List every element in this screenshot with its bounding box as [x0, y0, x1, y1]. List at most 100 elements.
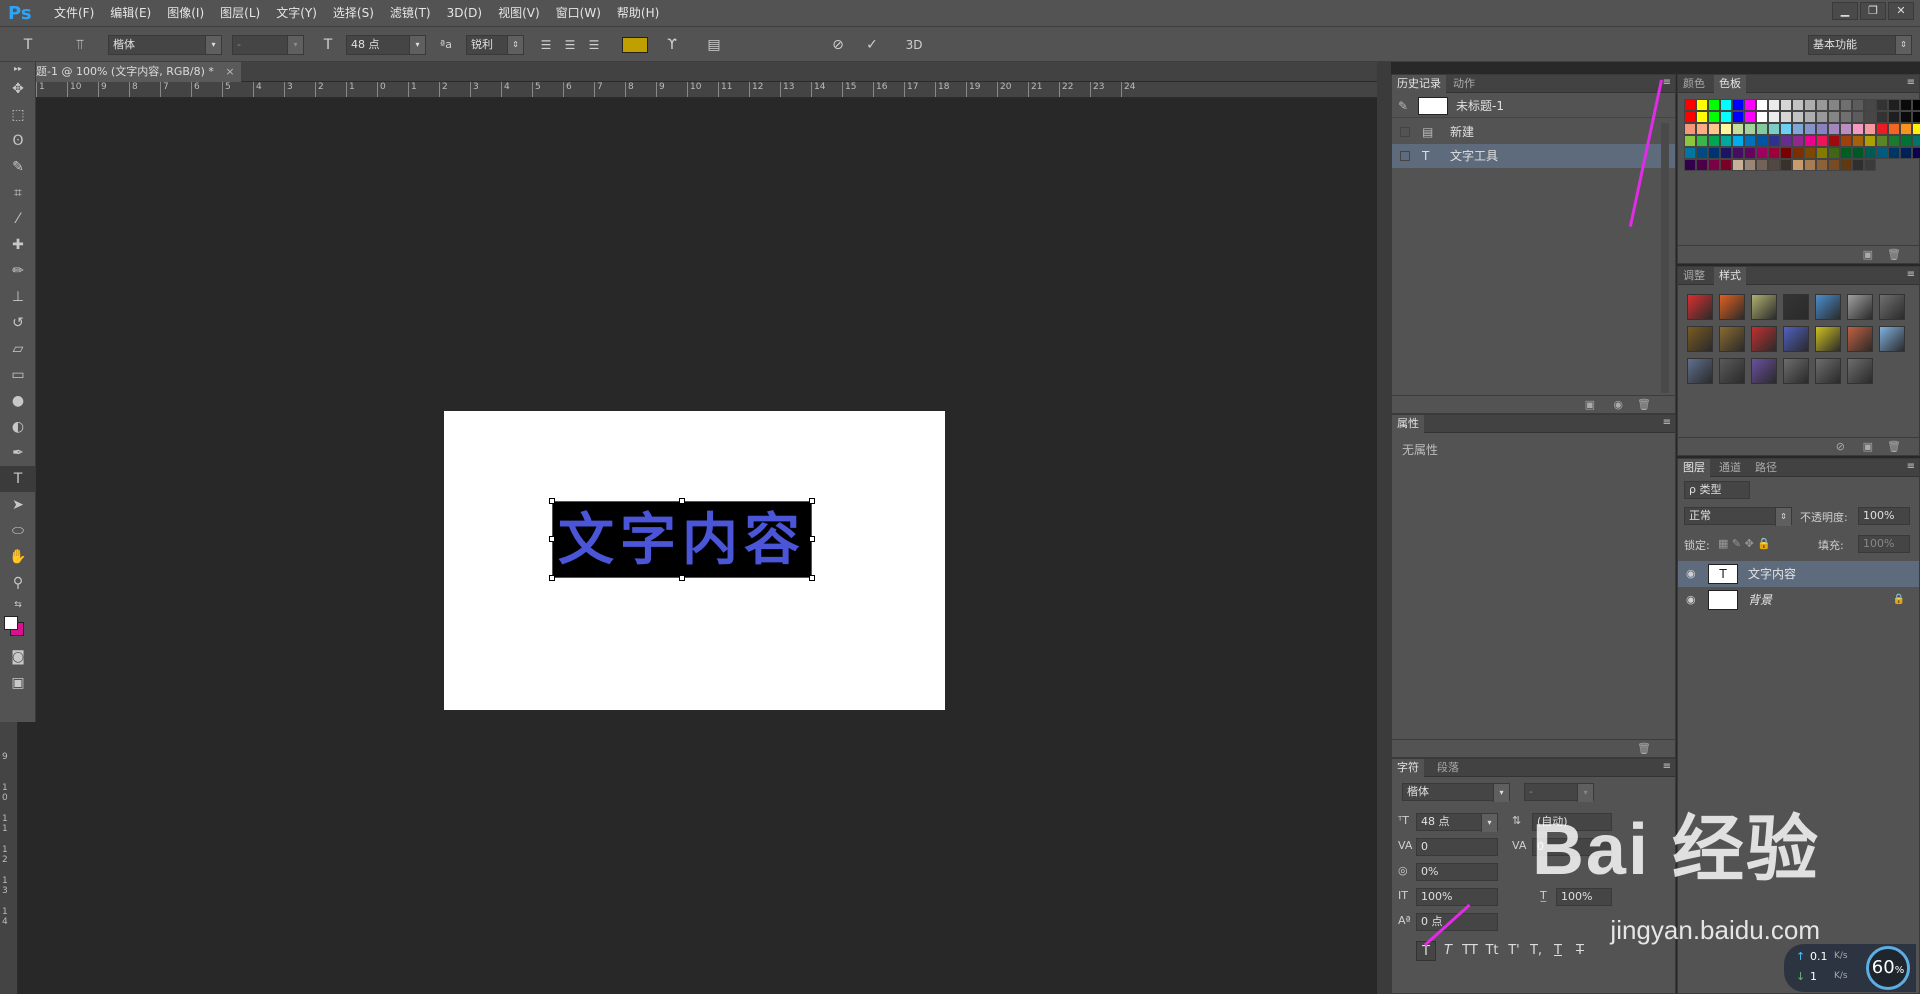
color-swatch[interactable]	[1864, 99, 1876, 111]
style-preset[interactable]	[1719, 294, 1745, 320]
transform-handle[interactable]	[809, 498, 815, 504]
trash-icon[interactable]: 🗑	[1637, 742, 1651, 755]
trash-icon[interactable]: 🗑	[1887, 248, 1901, 261]
tab-character[interactable]: 字符	[1392, 759, 1424, 777]
brush-tool-icon[interactable]: ✏	[0, 258, 36, 284]
color-swatch[interactable]	[1720, 111, 1732, 123]
tab-paths[interactable]: 路径	[1750, 459, 1782, 477]
tab-swatches[interactable]: 色板	[1714, 75, 1746, 93]
antialias-select[interactable]: 锐利 ⇕	[466, 35, 524, 55]
color-swatch[interactable]	[1744, 135, 1756, 147]
color-swatch[interactable]	[1684, 99, 1696, 111]
color-swatch[interactable]	[1756, 99, 1768, 111]
color-swatch[interactable]	[1684, 159, 1696, 171]
tab-layers[interactable]: 图层	[1678, 459, 1710, 477]
trash-icon[interactable]: 🗑	[1637, 398, 1651, 411]
color-swatch[interactable]	[1732, 123, 1744, 135]
color-swatch[interactable]	[1744, 99, 1756, 111]
color-swatch[interactable]	[1888, 147, 1900, 159]
color-swatch[interactable]	[1840, 135, 1852, 147]
color-swatch[interactable]	[1696, 111, 1708, 123]
color-swatch[interactable]	[1684, 123, 1696, 135]
color-swatch[interactable]	[1768, 147, 1780, 159]
menu-edit[interactable]: 编辑(E)	[102, 0, 159, 26]
gradient-tool-icon[interactable]: ▭	[0, 362, 36, 388]
subscript-button[interactable]: T,	[1526, 941, 1546, 961]
visibility-eye-icon[interactable]: ◉	[1686, 587, 1696, 613]
color-swatch[interactable]	[1696, 135, 1708, 147]
all-caps-button[interactable]: TT	[1460, 941, 1480, 961]
color-swatch[interactable]	[1792, 135, 1804, 147]
color-swatch[interactable]	[1840, 111, 1852, 123]
layer-row-background[interactable]: ◉ 背景 🔒	[1678, 587, 1919, 613]
color-swatch[interactable]	[1852, 159, 1864, 171]
blend-mode-select[interactable]: 正常 ⇕	[1684, 507, 1792, 526]
color-swatch[interactable]	[1852, 99, 1864, 111]
blur-tool-icon[interactable]: ●	[0, 388, 36, 414]
style-preset[interactable]	[1847, 326, 1873, 352]
color-swatch[interactable]	[1864, 159, 1876, 171]
panel-menu-icon[interactable]: ≡	[1907, 269, 1915, 280]
font-style-select[interactable]: - ▾	[232, 35, 304, 55]
color-swatch[interactable]	[1876, 135, 1888, 147]
color-swatch[interactable]	[1828, 135, 1840, 147]
move-tool-icon[interactable]: ✥	[0, 76, 36, 102]
layer-row-text[interactable]: ◉ T 文字内容	[1678, 561, 1919, 587]
color-swatch[interactable]	[1852, 135, 1864, 147]
fill-field[interactable]: 100%	[1858, 535, 1910, 553]
color-swatch[interactable]	[1816, 147, 1828, 159]
menu-window[interactable]: 窗口(W)	[548, 0, 609, 26]
color-swatch[interactable]	[1756, 147, 1768, 159]
hand-tool-icon[interactable]: ✋	[0, 544, 36, 570]
color-swatch[interactable]	[1876, 99, 1888, 111]
lasso-tool-icon[interactable]: ʘ	[0, 128, 36, 154]
menu-view[interactable]: 视图(V)	[490, 0, 548, 26]
char-para-panel-icon[interactable]: ▤	[704, 35, 724, 55]
superscript-button[interactable]: T'	[1504, 941, 1524, 961]
color-swatch[interactable]	[1804, 99, 1816, 111]
color-swatch[interactable]	[1900, 111, 1912, 123]
color-swatch[interactable]	[1696, 147, 1708, 159]
style-preset[interactable]	[1783, 294, 1809, 320]
color-swatch[interactable]	[1912, 123, 1920, 135]
history-item[interactable]: ▤ 新建	[1392, 120, 1675, 144]
color-swatch[interactable]	[1840, 123, 1852, 135]
style-preset[interactable]	[1719, 358, 1745, 384]
style-preset[interactable]	[1815, 294, 1841, 320]
color-swatch[interactable]	[1732, 99, 1744, 111]
menu-filter[interactable]: 滤镜(T)	[382, 0, 439, 26]
color-swatch[interactable]	[1888, 123, 1900, 135]
color-swatch[interactable]	[1780, 111, 1792, 123]
history-checkbox[interactable]	[1400, 151, 1410, 161]
color-swatch[interactable]	[1732, 147, 1744, 159]
color-swatch[interactable]	[1708, 123, 1720, 135]
style-preset[interactable]	[1687, 294, 1713, 320]
history-checkbox[interactable]	[1400, 127, 1410, 137]
lock-icons[interactable]: ▦ ✎ ✥ 🔒	[1718, 537, 1771, 550]
color-swatch[interactable]	[1828, 147, 1840, 159]
color-swatch[interactable]	[1804, 111, 1816, 123]
menu-image[interactable]: 图像(I)	[159, 0, 212, 26]
panel-menu-icon[interactable]: ≡	[1663, 761, 1671, 772]
color-swatch[interactable]	[1756, 111, 1768, 123]
color-swatch[interactable]	[1768, 111, 1780, 123]
panel-menu-icon[interactable]: ≡	[1663, 417, 1671, 428]
pen-tool-icon[interactable]: ✒	[0, 440, 36, 466]
color-swatch[interactable]	[1900, 123, 1912, 135]
transform-handle[interactable]	[809, 575, 815, 581]
opacity-field[interactable]: 100%	[1858, 507, 1910, 525]
color-swatch[interactable]	[1852, 123, 1864, 135]
color-swatch[interactable]	[1912, 111, 1920, 123]
clear-style-icon[interactable]: ⊘	[1836, 440, 1845, 453]
color-swatch[interactable]	[1696, 123, 1708, 135]
style-preset[interactable]	[1847, 294, 1873, 320]
color-swatch[interactable]	[1864, 111, 1876, 123]
healing-brush-tool-icon[interactable]: ✚	[0, 232, 36, 258]
menu-select[interactable]: 选择(S)	[325, 0, 382, 26]
menu-layer[interactable]: 图层(L)	[212, 0, 268, 26]
zoom-tool-icon[interactable]: ⚲	[0, 570, 36, 596]
style-preset[interactable]	[1847, 358, 1873, 384]
color-swatch[interactable]	[1864, 123, 1876, 135]
3d-button[interactable]: 3D	[900, 35, 928, 55]
tab-adjustments[interactable]: 调整	[1678, 267, 1710, 285]
